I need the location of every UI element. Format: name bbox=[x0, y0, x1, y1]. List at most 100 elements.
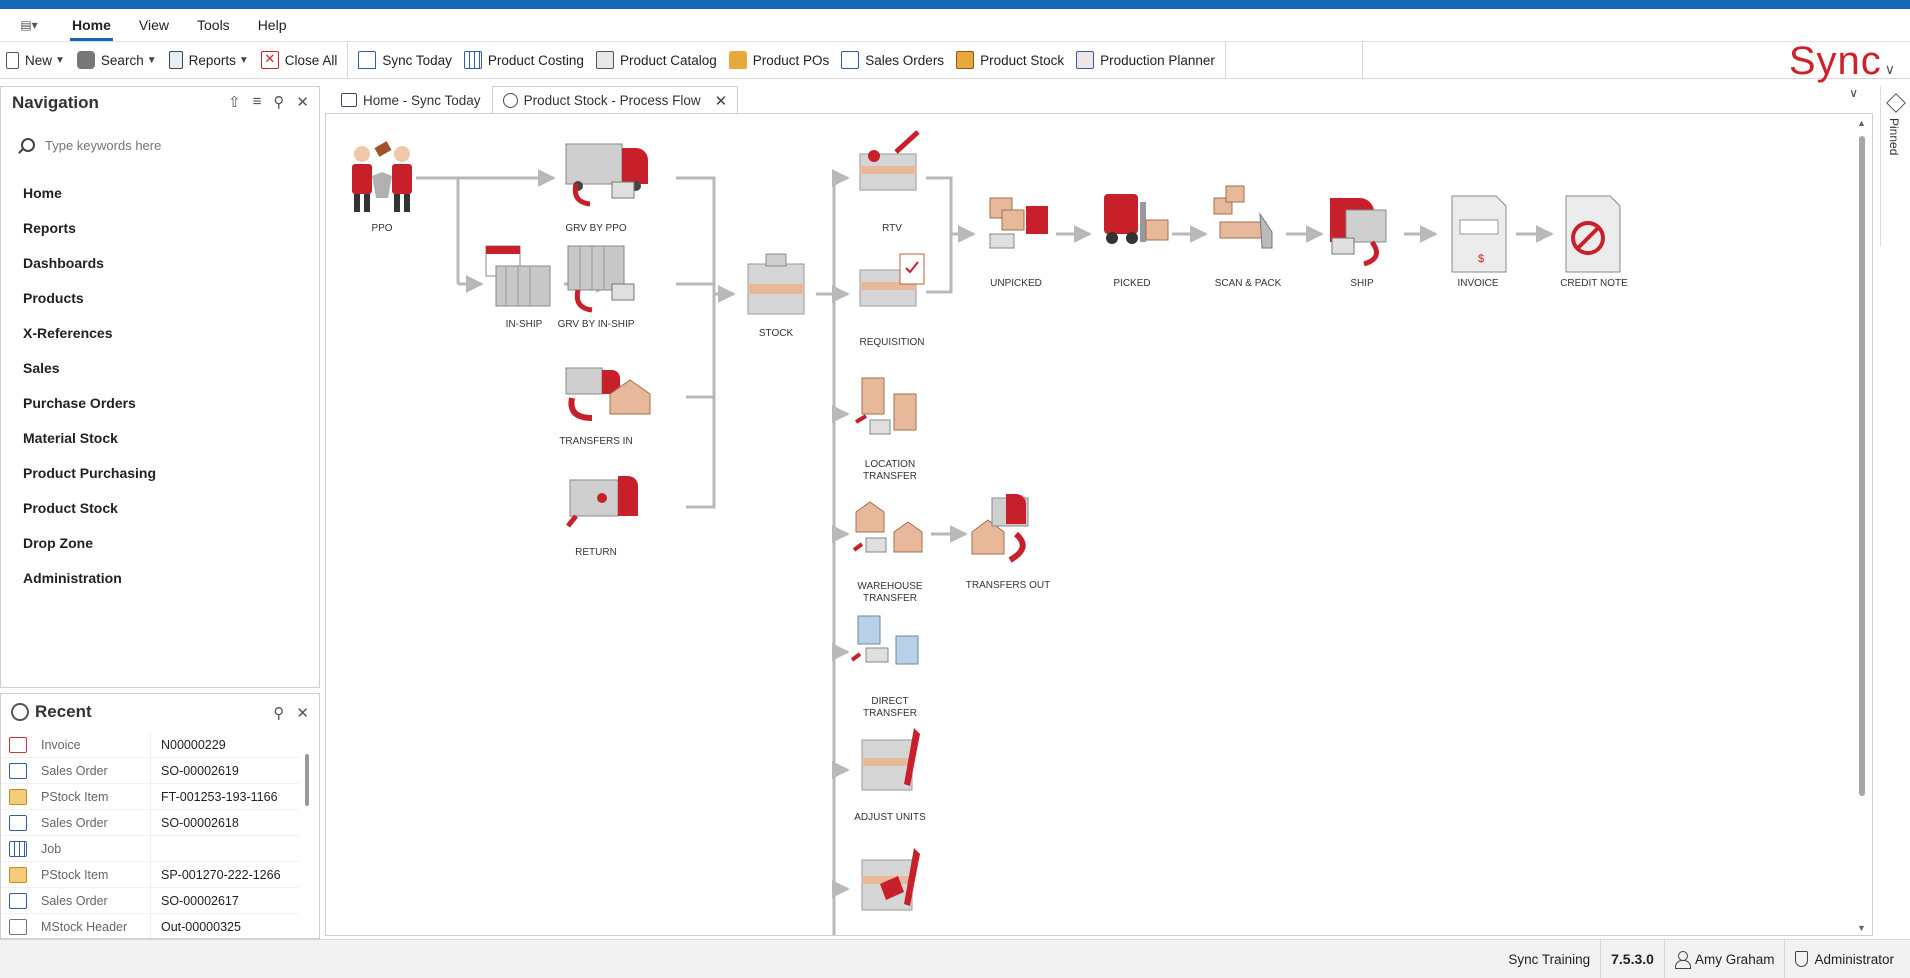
sales-orders-label: Sales Orders bbox=[865, 52, 945, 68]
sales-order-icon bbox=[9, 892, 27, 909]
product-costing-label: Product Costing bbox=[487, 52, 584, 68]
nav-item-administration[interactable]: Administration bbox=[23, 560, 156, 595]
menu-tools[interactable]: Tools bbox=[183, 9, 244, 41]
navigation-title: Navigation bbox=[12, 93, 99, 112]
recent-panel-actions: ⚲ ✕ bbox=[273, 704, 309, 722]
flow-node-requisition[interactable]: REQUISITION bbox=[859, 253, 925, 348]
pinned-panel-strip[interactable]: Pinned bbox=[1880, 86, 1910, 246]
job-icon bbox=[9, 840, 27, 857]
document-icon bbox=[6, 51, 19, 69]
flow-label-credit-note: CREDIT NOTE bbox=[1560, 278, 1628, 289]
nav-item-dashboards[interactable]: Dashboards bbox=[23, 245, 156, 280]
flow-node-direct-transfer[interactable]: DIRECT TRANSFER bbox=[850, 615, 919, 719]
chevron-down-icon[interactable]: ∨ bbox=[1849, 86, 1858, 100]
menu-view[interactable]: View bbox=[125, 9, 183, 41]
recent-row[interactable]: PStock Item FT-001253-193-1166 bbox=[1, 783, 299, 810]
status-user[interactable]: Amy Graham bbox=[1663, 939, 1785, 978]
flow-label-picked: PICKED bbox=[1113, 278, 1150, 289]
recent-scrollbar[interactable] bbox=[305, 754, 309, 806]
pin-icon[interactable]: ⚲ bbox=[273, 704, 284, 722]
product-costing-button[interactable]: Product Costing bbox=[458, 45, 590, 75]
flow-node-picked[interactable]: PICKED bbox=[1104, 194, 1169, 289]
nav-item-product-stock[interactable]: Product Stock bbox=[23, 490, 156, 525]
nav-item-x-references[interactable]: X-References bbox=[23, 315, 156, 350]
user-name: Amy Graham bbox=[1694, 951, 1775, 967]
new-button[interactable]: New ▼ bbox=[0, 45, 71, 75]
flow-node-adjust-units[interactable]: ADJUST UNITS bbox=[854, 728, 926, 823]
flow-node-transfers-in[interactable]: TRANSFERS IN bbox=[559, 367, 651, 447]
navigation-search-input[interactable] bbox=[45, 137, 285, 153]
flow-node-ship[interactable]: SHIP bbox=[1330, 198, 1387, 289]
pstock-item-icon bbox=[9, 866, 27, 883]
recent-row-value: SO-00002618 bbox=[161, 815, 239, 830]
flow-node-rtv[interactable]: RTV bbox=[859, 130, 920, 234]
sales-orders-button[interactable]: Sales Orders bbox=[835, 45, 950, 75]
production-planner-button[interactable]: Production Planner bbox=[1070, 45, 1221, 75]
nav-item-product-purchasing[interactable]: Product Purchasing bbox=[23, 455, 156, 490]
scrollbar-thumb[interactable] bbox=[1859, 136, 1865, 796]
scroll-up-icon[interactable]: ▲ bbox=[1857, 118, 1866, 128]
nav-item-products[interactable]: Products bbox=[23, 280, 156, 315]
flow-node-in-ship[interactable]: IN-SHIP bbox=[485, 245, 551, 330]
nav-item-sales[interactable]: Sales bbox=[23, 350, 156, 385]
flow-node-invoice[interactable]: $ INVOICE bbox=[1451, 195, 1507, 289]
close-all-button[interactable]: ✕ Close All bbox=[255, 45, 344, 75]
flow-label-in-ship: IN-SHIP bbox=[506, 319, 543, 330]
recent-row-type: Job bbox=[41, 835, 151, 862]
canvas-scrollbar[interactable]: ▲ ▼ bbox=[1856, 118, 1868, 933]
menu-home[interactable]: Home bbox=[58, 9, 125, 41]
recent-row[interactable]: Sales Order SO-00002617 bbox=[1, 887, 299, 914]
flow-label-warehouse-transfer-2: TRANSFER bbox=[863, 593, 917, 604]
nav-item-drop-zone[interactable]: Drop Zone bbox=[23, 525, 156, 560]
flow-node-unpicked[interactable]: UNPICKED bbox=[989, 197, 1048, 289]
app-menu-button[interactable]: ▤▾ bbox=[0, 9, 58, 41]
tab-home-sync-today[interactable]: Home - Sync Today bbox=[330, 86, 492, 114]
stock-icon bbox=[956, 51, 975, 69]
menu-help[interactable]: Help bbox=[244, 9, 301, 41]
close-icon[interactable]: ✕ bbox=[296, 93, 309, 111]
product-pos-button[interactable]: Product POs bbox=[723, 45, 836, 75]
recent-row[interactable]: MStock Header Out-00000325 bbox=[1, 913, 299, 938]
collapse-all-icon[interactable]: ⇧ bbox=[228, 93, 241, 111]
flow-node-credit-note[interactable]: CREDIT NOTE bbox=[1560, 195, 1628, 289]
flow-node-ppo[interactable]: PPO bbox=[352, 141, 412, 234]
sales-order-icon bbox=[9, 814, 27, 831]
close-icon[interactable]: ✕ bbox=[715, 92, 728, 110]
product-catalog-button[interactable]: Product Catalog bbox=[590, 45, 723, 75]
pin-icon[interactable]: ⚲ bbox=[273, 93, 284, 111]
recent-row[interactable]: Job bbox=[1, 835, 299, 862]
flow-node-location-transfer[interactable]: LOCATION TRANSFER bbox=[854, 377, 917, 482]
tree-icon[interactable]: ≡ bbox=[253, 93, 262, 111]
sync-today-button[interactable]: Sync Today bbox=[352, 45, 458, 75]
flow-label-invoice: INVOICE bbox=[1457, 278, 1498, 289]
recent-row[interactable]: Invoice N00000229 bbox=[1, 731, 299, 758]
flow-label-return: RETURN bbox=[575, 547, 617, 558]
toolbar-separator bbox=[1224, 42, 1226, 78]
flow-node-transfers-out[interactable]: TRANSFERS OUT bbox=[966, 494, 1050, 591]
recent-row[interactable]: PStock Item SP-001270-222-1266 bbox=[1, 861, 299, 888]
sync-logo[interactable]: Sync ∨ bbox=[1789, 39, 1896, 84]
reports-button[interactable]: Reports ▼ bbox=[163, 45, 255, 75]
process-flow-diagram: PPO GRV BY PPO IN-SHIP GRV BY IN-SHIP TR… bbox=[352, 130, 1628, 935]
search-button[interactable]: Search ▼ bbox=[71, 45, 163, 75]
flow-node-warehouse-transfer[interactable]: WAREHOUSE TRANSFER bbox=[852, 501, 923, 604]
flow-node-stock[interactable]: STOCK bbox=[747, 253, 805, 339]
flow-node-adjust-costs[interactable] bbox=[861, 848, 920, 911]
product-stock-button[interactable]: Product Stock bbox=[950, 45, 1070, 75]
flow-node-scan-pack[interactable]: SCAN & PACK bbox=[1213, 185, 1282, 289]
tab-product-stock-process-flow[interactable]: Product Stock - Process Flow ✕ bbox=[491, 86, 739, 114]
recent-row[interactable]: Sales Order SO-00002618 bbox=[1, 809, 299, 836]
close-icon[interactable]: ✕ bbox=[296, 704, 309, 722]
flow-label-location-transfer-1: LOCATION bbox=[865, 459, 915, 470]
nav-item-material-stock[interactable]: Material Stock bbox=[23, 420, 156, 455]
nav-item-reports[interactable]: Reports bbox=[23, 210, 156, 245]
product-catalog-label: Product Catalog bbox=[619, 52, 717, 68]
flow-label-adjust-units: ADJUST UNITS bbox=[854, 812, 926, 823]
flow-node-grv-by-ppo[interactable]: GRV BY PPO bbox=[565, 143, 648, 234]
nav-item-purchase-orders[interactable]: Purchase Orders bbox=[23, 385, 156, 420]
flow-node-grv-by-in-ship[interactable]: GRV BY IN-SHIP bbox=[558, 245, 635, 330]
nav-item-home[interactable]: Home bbox=[23, 175, 156, 210]
scroll-down-icon[interactable]: ▼ bbox=[1857, 923, 1866, 933]
flow-node-return[interactable]: RETURN bbox=[566, 476, 638, 558]
recent-row[interactable]: Sales Order SO-00002619 bbox=[1, 757, 299, 784]
